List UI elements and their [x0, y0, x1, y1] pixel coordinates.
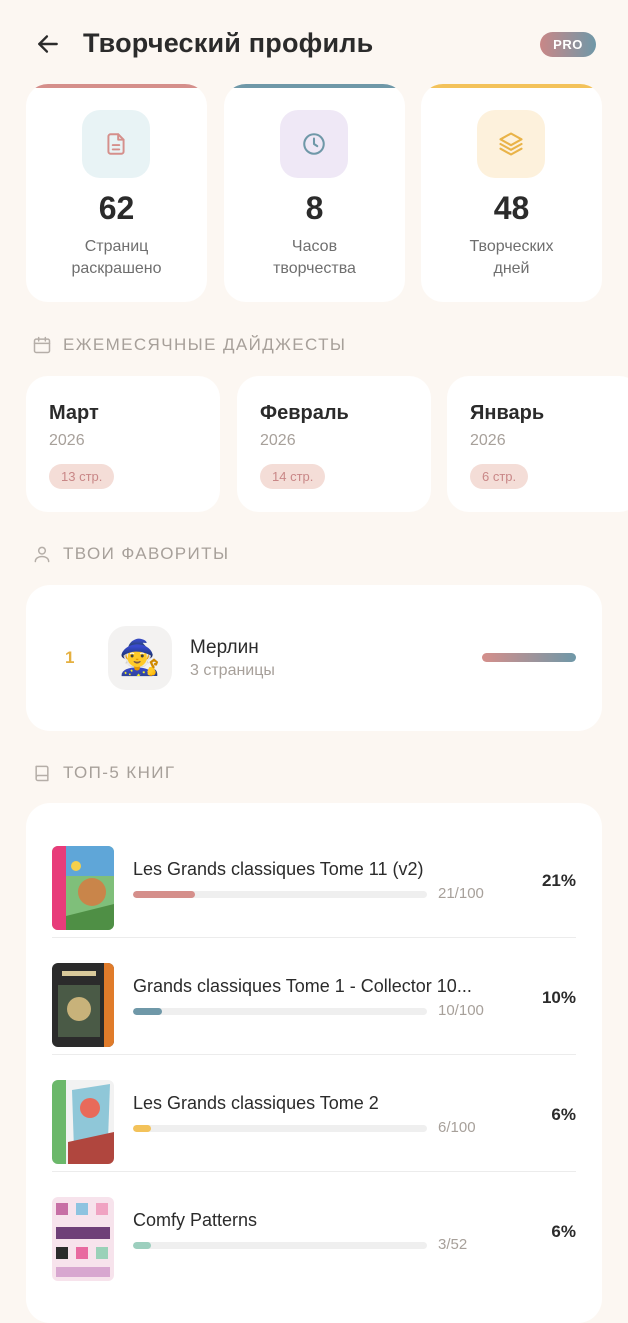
book-title: Les Grands classiques Tome 11 (v2)	[133, 859, 424, 879]
book-percent: 21%	[541, 871, 576, 890]
book-page-count: 21/100	[438, 885, 484, 902]
wizard-emoji: 🧙	[118, 639, 162, 677]
favorite-rank: 1	[65, 648, 75, 667]
digest-card-february[interactable]: Февраль 2026 14 стр.	[237, 376, 431, 512]
book-title: Grands classiques Tome 1 - Collector 10.…	[133, 976, 472, 996]
stat-accent-bar	[421, 84, 602, 88]
book-progress-fill	[133, 1125, 151, 1132]
digest-month: Март	[49, 402, 99, 424]
stat-accent-bar	[224, 84, 405, 88]
digest-pages-badge: 13 стр.	[49, 464, 115, 489]
stat-accent-bar	[26, 84, 207, 88]
book-cover-image	[52, 963, 114, 1047]
stat-value: 48	[493, 190, 530, 226]
digest-card-march[interactable]: Март 2026 13 стр.	[26, 376, 220, 512]
stat-value: 8	[305, 190, 324, 226]
stat-icon-box	[82, 110, 150, 178]
stat-label: Часов творчества	[273, 238, 356, 277]
layers-icon	[499, 132, 523, 156]
book-percent: 6%	[551, 1222, 576, 1241]
book-cover-image	[52, 1197, 114, 1281]
clock-icon	[303, 133, 325, 155]
stat-icon-box	[280, 110, 348, 178]
pro-badge[interactable]: PRO	[540, 32, 596, 57]
favorites-card: 1 🧙 Мерлин 3 страницы	[26, 585, 602, 731]
stat-label: Страниц раскрашено	[71, 238, 162, 277]
digest-pages-badge: 14 стр.	[260, 464, 326, 489]
stat-card-pages: 62 Страниц раскрашено	[26, 84, 207, 302]
digest-year: 2026	[49, 432, 85, 449]
section-header-top-books: ТОП-5 КНИГ	[32, 763, 176, 783]
stat-card-hours: 8 Часов творчества	[224, 84, 405, 302]
book-title: Comfy Patterns	[133, 1210, 258, 1230]
book-row[interactable]: Comfy Patterns 3/52 6%	[26, 1172, 602, 1289]
book-title: Les Grands classiques Tome 2	[133, 1093, 379, 1113]
section-title: ТВОИ ФАВОРИТЫ	[63, 544, 230, 563]
digest-pages-badge: 6 стр.	[470, 464, 529, 489]
favorite-progress-bar	[482, 653, 576, 662]
book-row[interactable]: Les Grands classiques Tome 11 (v2) 21/10…	[26, 821, 602, 938]
digest-card-january[interactable]: Январь 2026 6 стр.	[447, 376, 628, 512]
digest-year: 2026	[260, 432, 296, 449]
stat-label: Творческих дней	[469, 238, 554, 277]
stat-value: 62	[98, 190, 135, 226]
book-row[interactable]: Grands classiques Tome 1 - Collector 10.…	[26, 938, 602, 1055]
digest-month: Февраль	[260, 402, 349, 424]
book-page-count: 10/100	[438, 1002, 484, 1019]
book-cover-image	[52, 1080, 114, 1164]
book-progress-track	[133, 1008, 427, 1015]
book-cover-image	[52, 846, 114, 930]
book-page-count: 3/52	[438, 1236, 468, 1253]
book-progress-fill	[133, 891, 195, 898]
document-icon	[107, 133, 125, 155]
book-page-count: 6/100	[438, 1119, 476, 1136]
section-title: ТОП-5 КНИГ	[63, 763, 176, 782]
top-books-card: Les Grands classiques Tome 11 (v2) 21/10…	[26, 803, 602, 1323]
app-header: Творческий профиль PRO	[0, 0, 628, 88]
wizard-avatar-icon: 🧙	[108, 626, 172, 690]
page-title: Творческий профиль	[83, 28, 374, 58]
favorite-name: Мерлин	[190, 637, 259, 658]
section-header-favorites: ТВОИ ФАВОРИТЫ	[32, 544, 229, 564]
book-progress-track	[133, 891, 427, 898]
book-progress-track	[133, 1242, 427, 1249]
user-icon	[32, 544, 52, 564]
book-percent: 6%	[551, 1105, 576, 1124]
book-progress-track	[133, 1125, 427, 1132]
section-header-digests: ЕЖЕМЕСЯЧНЫЕ ДАЙДЖЕСТЫ	[32, 335, 346, 355]
stat-card-days: 48 Творческих дней	[421, 84, 602, 302]
back-button[interactable]	[30, 28, 66, 60]
book-percent: 10%	[541, 988, 576, 1007]
digest-month: Январь	[470, 402, 545, 424]
arrow-left-icon	[38, 35, 58, 53]
section-title: ЕЖЕМЕСЯЧНЫЕ ДАЙДЖЕСТЫ	[63, 335, 347, 354]
calendar-icon	[32, 335, 52, 355]
favorite-pages: 3 страницы	[190, 662, 275, 679]
digest-year: 2026	[470, 432, 506, 449]
book-progress-fill	[133, 1242, 151, 1249]
book-row[interactable]: Les Grands classiques Tome 2 6/100 6%	[26, 1055, 602, 1172]
book-progress-fill	[133, 1008, 163, 1015]
book-icon	[32, 763, 52, 783]
stat-icon-box	[477, 110, 545, 178]
